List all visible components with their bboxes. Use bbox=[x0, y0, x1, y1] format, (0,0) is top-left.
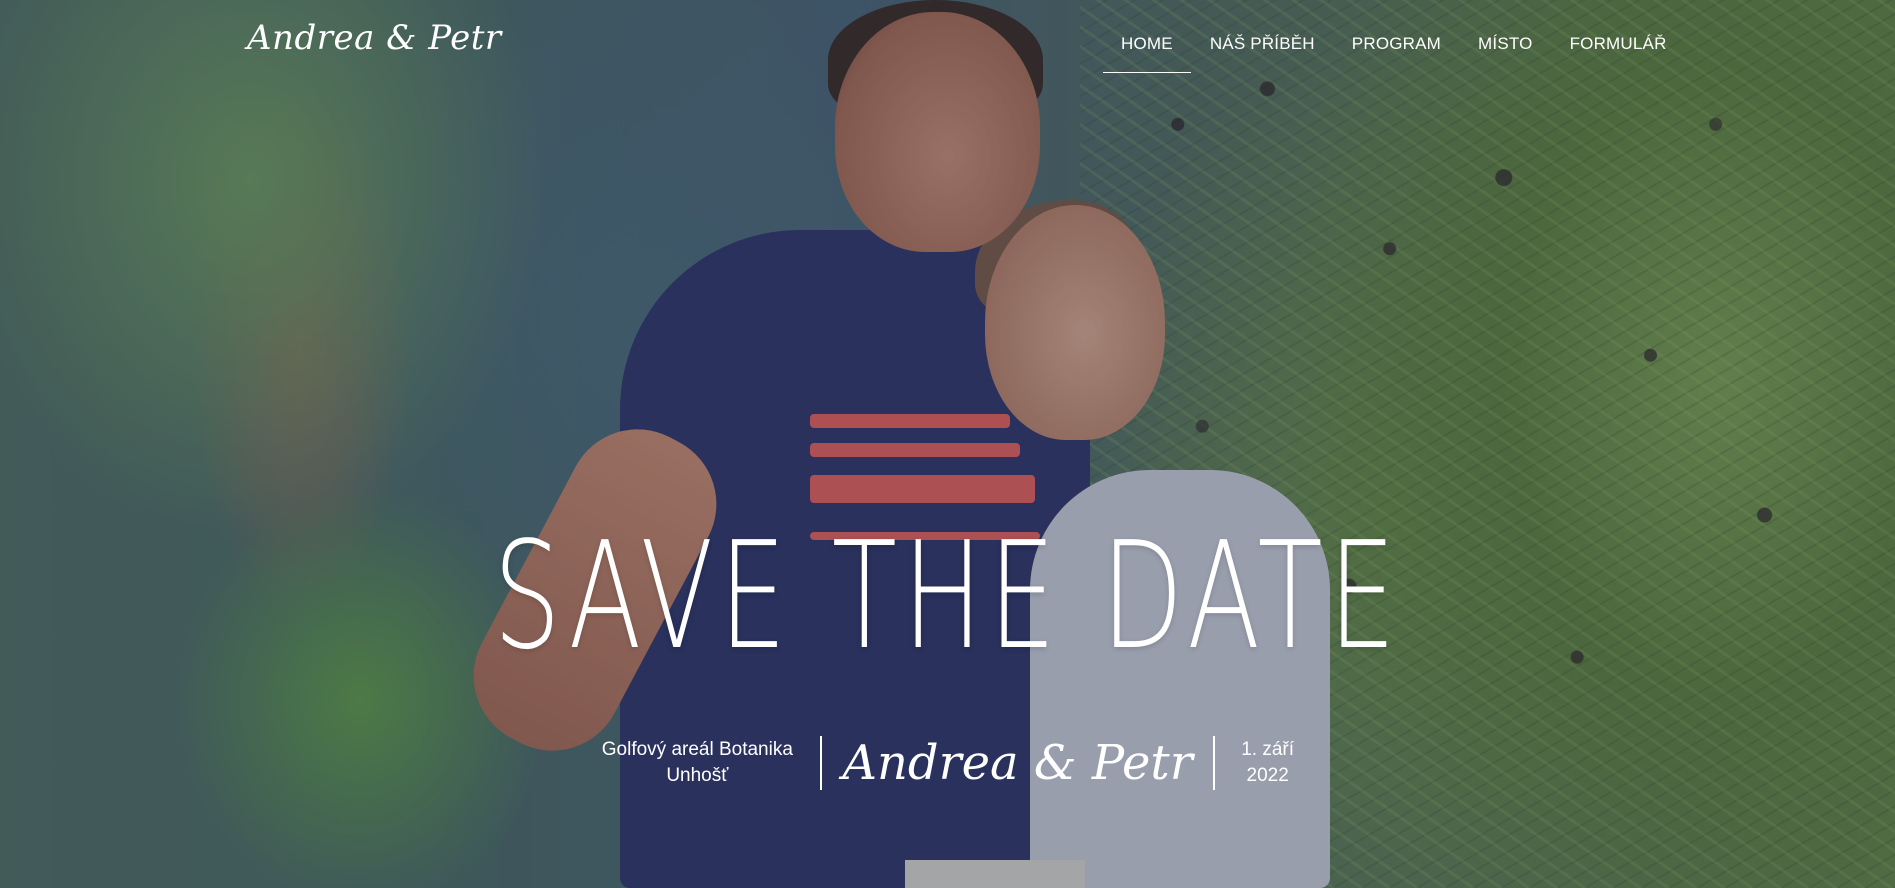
nav-item-our-story[interactable]: NÁŠ PŘÍBĚH bbox=[1192, 34, 1333, 82]
info-divider bbox=[1212, 736, 1215, 790]
hero-date: 1. září 2022 bbox=[1233, 737, 1303, 789]
hero-location: Golfový areál Botanika Unhošť bbox=[592, 737, 802, 789]
location-line-1: Golfový areál Botanika bbox=[601, 739, 793, 760]
main-navigation: HOME NÁŠ PŘÍBĚH PROGRAM MÍSTO FORMULÁŘ bbox=[1103, 34, 1686, 82]
nav-item-venue[interactable]: MÍSTO bbox=[1460, 34, 1551, 82]
info-divider bbox=[820, 736, 823, 790]
nav-item-home[interactable]: HOME bbox=[1103, 34, 1191, 82]
date-line-1: 1. září bbox=[1241, 739, 1295, 760]
date-line-2: 2022 bbox=[1246, 765, 1289, 786]
nav-item-program[interactable]: PROGRAM bbox=[1334, 34, 1459, 82]
brand-logo-link[interactable]: Andrea & Petr bbox=[247, 18, 502, 58]
nav-item-form[interactable]: FORMULÁŘ bbox=[1552, 34, 1685, 82]
hero-couple-names: Andrea & Petr bbox=[842, 735, 1193, 791]
location-line-2: Unhošť bbox=[666, 765, 729, 786]
hero-info-row: Golfový areál Botanika Unhošť Andrea & P… bbox=[0, 735, 1895, 791]
hero-headline: Save the date bbox=[493, 510, 1402, 682]
